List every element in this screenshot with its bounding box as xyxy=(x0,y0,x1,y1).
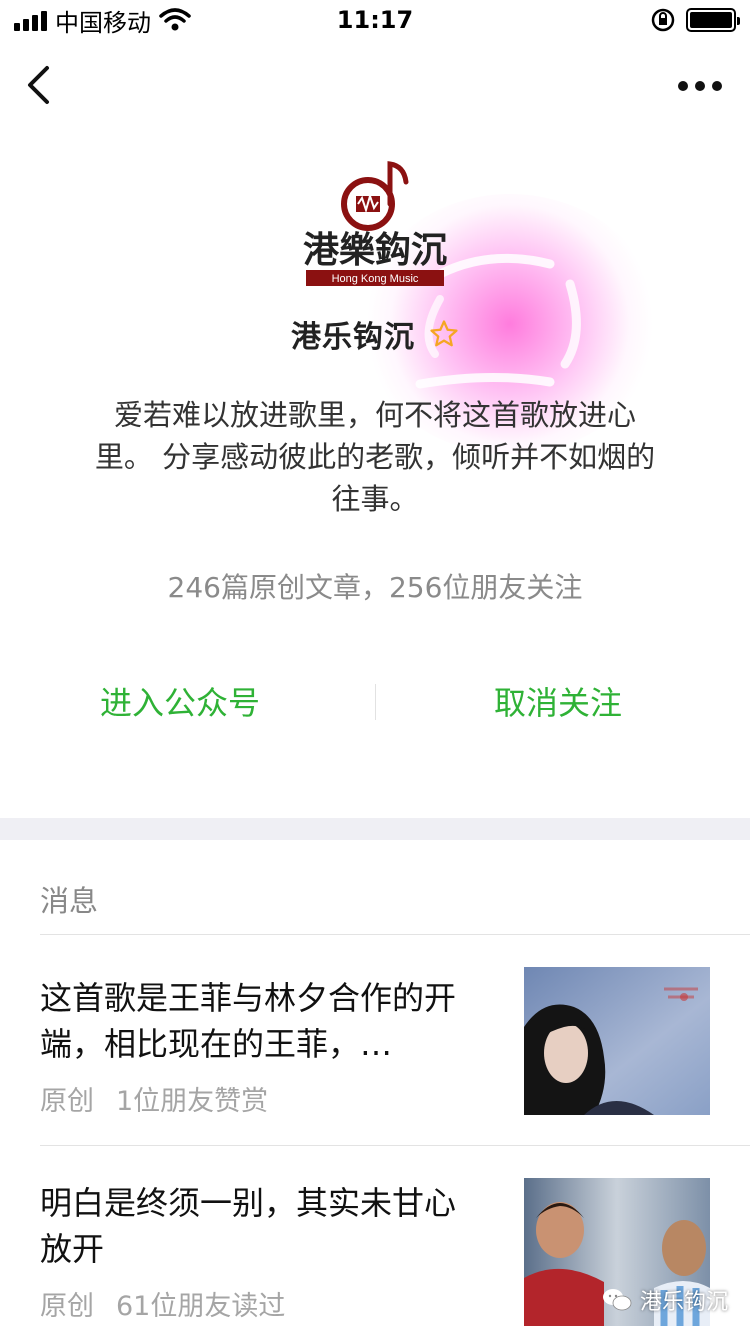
account-actions: 进入公众号 取消关注 xyxy=(0,678,750,722)
article-item[interactable]: 这首歌是王菲与林夕合作的开端，相比现在的王菲，… 原创 1位朋友赞赏 xyxy=(0,935,750,1145)
account-description: 爱若难以放进歌里，何不将这首歌放进心里。 分享感动彼此的老歌，倾听并不如烟的往事… xyxy=(94,398,656,516)
watermark-text: 港乐钩沉 xyxy=(639,1290,728,1315)
enter-account-button[interactable]: 进入公众号 xyxy=(100,678,260,724)
article-thumbnail xyxy=(524,967,710,1115)
star-outline-icon[interactable] xyxy=(429,319,459,349)
account-name: 港乐钩沉 xyxy=(291,320,415,355)
battery-icon xyxy=(686,8,740,32)
signal-icon xyxy=(14,9,47,31)
article-tag: 原创 xyxy=(40,1086,94,1117)
rotation-lock-icon xyxy=(651,8,675,32)
article-stats: 61位朋友读过 xyxy=(116,1291,286,1322)
logo-subtext: Hong Kong Music xyxy=(332,273,419,285)
logo-text: 港樂鈎沉 xyxy=(303,230,447,270)
article-stats: 1位朋友赞赏 xyxy=(116,1086,269,1117)
more-dots-icon xyxy=(678,81,688,91)
status-bar: 中国移动 11:17 xyxy=(0,0,750,40)
article-tag: 原创 xyxy=(40,1291,94,1322)
wifi-icon xyxy=(159,8,191,31)
status-left: 中国移动 xyxy=(14,3,191,38)
chevron-left-icon xyxy=(28,66,49,104)
status-right xyxy=(650,7,740,33)
article-meta: 原创 61位朋友读过 xyxy=(40,1284,285,1323)
account-logo: 港樂鈎沉 Hong Kong Music xyxy=(303,161,447,286)
article-meta: 原创 1位朋友赞赏 xyxy=(40,1079,268,1118)
account-profile: 港樂鈎沉 Hong Kong Music 港乐钩沉 爱若难以放进歌里，何不将这首… xyxy=(0,124,750,818)
more-button[interactable] xyxy=(670,64,730,108)
action-divider xyxy=(375,684,376,720)
account-name-row: 港乐钩沉 xyxy=(0,312,750,356)
article-title: 这首歌是王菲与林夕合作的开端，相比现在的王菲，… xyxy=(40,979,457,1063)
carrier-label: 中国移动 xyxy=(55,8,151,37)
battery-fill xyxy=(690,12,732,28)
messages-title: 消息 xyxy=(40,884,99,918)
back-button[interactable] xyxy=(16,60,60,110)
wechat-icon xyxy=(602,1289,632,1311)
watermark: 港乐钩沉 xyxy=(602,1284,728,1316)
messages-section: 消息 这首歌是王菲与林夕合作的开端，相比现在的王菲，… 原创 1位朋友赞赏 明白… xyxy=(0,840,750,1334)
unfollow-button[interactable]: 取消关注 xyxy=(494,678,622,724)
account-stats: 246篇原创文章，256位朋友关注 xyxy=(167,571,583,604)
nav-bar xyxy=(0,44,750,124)
section-separator xyxy=(0,818,750,840)
article-title: 明白是终须一别，其实未甘心放开 xyxy=(40,1184,457,1268)
